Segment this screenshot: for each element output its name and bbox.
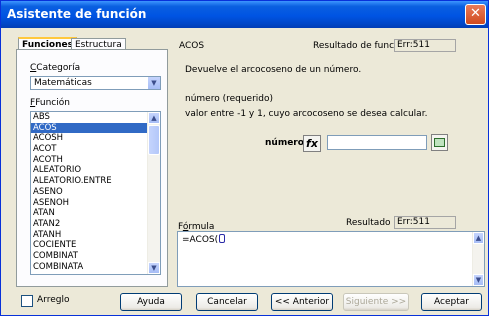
function-wizard-dialog: Asistente de función ✕ Funciones Estruct… (0, 0, 489, 316)
cancel-button[interactable]: Cancelar (196, 293, 258, 311)
function-list-item[interactable]: ATAN (31, 208, 160, 219)
array-checkbox[interactable] (21, 295, 33, 307)
param-description: valor entre -1 y 1, cuyo arcocoseno se d… (185, 109, 428, 119)
category-label: CCategoría (30, 63, 81, 73)
function-result-field: Err:511 (394, 39, 456, 52)
function-name: ACOS (179, 41, 205, 51)
back-button[interactable]: << Anterior (271, 293, 333, 311)
scroll-down-icon[interactable]: ▼ (148, 262, 160, 274)
fx-button[interactable]: fx (303, 135, 321, 152)
function-list-item[interactable]: ACOS (31, 122, 160, 134)
formula-result-label: Resultado (346, 218, 391, 228)
function-list-item[interactable]: ACOTH (31, 155, 160, 166)
category-select[interactable]: Matemáticas ▼ (30, 76, 161, 90)
function-list-item[interactable]: ATAN2 (31, 219, 160, 230)
function-list-item[interactable]: COMBINATA (31, 262, 160, 273)
shrink-icon (434, 138, 445, 147)
function-list-item[interactable]: ALEATORIO.ENTRE (31, 176, 160, 187)
function-list-item[interactable]: ATANH (31, 230, 160, 241)
function-label: FFunción (30, 98, 70, 108)
chevron-down-icon[interactable]: ▼ (147, 77, 160, 89)
category-value: Matemáticas (34, 78, 92, 88)
param-label: número (265, 138, 304, 148)
text-cursor (219, 234, 226, 243)
category-label-text: Categoría (36, 63, 81, 73)
next-button[interactable]: Siguiente >> (343, 293, 409, 311)
shrink-dialog-button[interactable] (431, 134, 448, 151)
function-list-item[interactable]: COMBINAT (31, 251, 160, 262)
formula-editor[interactable]: =ACOS( ▲ ▼ (177, 231, 485, 287)
title-bar: Asistente de función ✕ (1, 1, 488, 28)
number-input[interactable] (327, 135, 427, 150)
param-heading: número (requerido) (185, 94, 274, 104)
close-button[interactable]: ✕ (465, 4, 486, 25)
help-button[interactable]: Ayuda (120, 293, 182, 311)
function-list-scrollbar[interactable]: ▲ ▼ (147, 112, 160, 274)
scroll-thumb[interactable] (148, 125, 160, 155)
function-list-item[interactable]: ACOSH (31, 133, 160, 144)
function-list-item[interactable]: ALEATORIO (31, 165, 160, 176)
formula-text: =ACOS( (182, 235, 219, 245)
function-label-text: Función (35, 98, 70, 108)
scroll-up-icon[interactable]: ▲ (473, 232, 484, 244)
function-list-item[interactable]: ASENOH (31, 198, 160, 209)
accept-button[interactable]: Aceptar (421, 293, 482, 311)
scroll-down-icon[interactable]: ▼ (473, 274, 484, 286)
function-items: ABS ACOS ACOSH ACOT ACOTH ALEATORIO ALEATORIO.… (31, 112, 160, 272)
function-list-item[interactable]: ABS (31, 112, 160, 123)
scroll-up-icon[interactable]: ▲ (148, 112, 160, 124)
formula-scrollbar[interactable]: ▲ ▼ (472, 232, 484, 286)
array-label: Arreglo (37, 295, 70, 305)
function-list-item[interactable]: ACOT (31, 144, 160, 155)
function-description: Devuelve el arcocoseno de un número. (185, 65, 362, 75)
formula-content: =ACOS( (182, 234, 226, 245)
function-list-item[interactable]: ASENO (31, 187, 160, 198)
function-list-item[interactable]: COCIENTE (31, 240, 160, 251)
window-title: Asistente de función (7, 7, 147, 21)
formula-result-field: Err:511 (394, 216, 456, 229)
function-listbox[interactable]: ABS ACOS ACOSH ACOT ACOTH ALEATORIO ALEATORIO.… (30, 111, 161, 275)
